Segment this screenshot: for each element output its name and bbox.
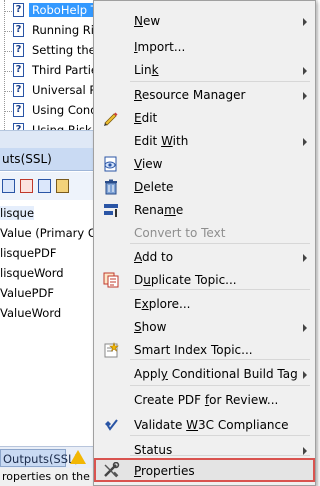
list-item-label: ValueWord — [0, 306, 62, 320]
submenu-arrow-icon — [303, 67, 307, 75]
submenu-arrow-icon — [303, 447, 307, 455]
wrench-screwdriver-icon — [102, 461, 120, 478]
pencil-icon — [102, 110, 120, 126]
tree-connector — [4, 31, 12, 32]
menu-item-apply-conditional-build-tag[interactable]: Apply Conditional Build Tag — [95, 363, 314, 385]
menu-item-label: Edit With — [134, 134, 189, 148]
menu-item-show[interactable]: Show — [95, 316, 314, 338]
help-topic-icon: ? — [13, 83, 24, 97]
menu-item-label: Smart Index Topic... — [134, 343, 253, 357]
menu-item-duplicate-topic[interactable]: Duplicate Topic... — [95, 269, 314, 291]
menu-item-convert-to-text: Convert to Text — [95, 222, 314, 244]
submenu-arrow-icon — [303, 138, 307, 146]
list-item[interactable]: lisquePDF — [0, 246, 56, 260]
tree-connector — [4, 71, 12, 72]
menu-item-label: Add to — [134, 250, 174, 264]
tree-connector — [4, 11, 12, 12]
status-bar: roperties on the s — [0, 468, 100, 486]
submenu-arrow-icon — [303, 371, 307, 379]
menu-item-label: Link — [134, 63, 159, 77]
outputs-pane-header: uts(SSL) — [0, 148, 100, 171]
menu-item-label: Apply Conditional Build Tag — [134, 367, 298, 381]
menu-item-rename[interactable]: Rename — [95, 199, 314, 221]
menu-item-label: Delete — [134, 180, 174, 194]
menu-item-label: Create PDF for Review... — [134, 393, 279, 407]
tab-label: Outputs(SSL) — [3, 452, 79, 466]
menu-item-label: Show — [134, 320, 167, 334]
list-item-label: lisqueWord — [0, 266, 64, 280]
duplicate-topic-icon — [102, 272, 120, 288]
list-item[interactable]: ValueWord — [0, 306, 61, 320]
context-menu: New Import... Link Resource Manager Edit Edit… — [93, 0, 316, 486]
submenu-arrow-icon — [303, 324, 307, 332]
menu-item-add-to[interactable]: Add to — [95, 246, 314, 268]
outputs-toolbar — [0, 172, 100, 200]
menu-item-label: Explore... — [134, 297, 191, 311]
menu-item-create-pdf-for-review[interactable]: Create PDF for Review... — [95, 389, 314, 411]
generate-output-icon[interactable] — [20, 179, 33, 193]
tab-outputs-ssl[interactable]: Outputs(SSL) — [0, 449, 79, 467]
menu-item-import[interactable]: Import... — [95, 36, 314, 58]
menu-item-delete[interactable]: Delete — [95, 176, 314, 198]
menu-item-label: New — [134, 14, 161, 28]
pane-splitter[interactable] — [0, 130, 100, 149]
menu-item-validate-w3c-compliance[interactable]: Validate W3C Compliance — [95, 414, 314, 436]
new-output-icon[interactable] — [2, 179, 15, 193]
list-item-label: lisque — [0, 206, 35, 220]
outputs-pane-title: uts(SSL) — [2, 152, 52, 166]
list-item[interactable]: ValuePDF — [0, 286, 54, 300]
help-topic-icon: ? — [13, 3, 24, 17]
menu-item-edit[interactable]: Edit — [95, 107, 314, 129]
list-item[interactable]: lisque — [0, 206, 35, 220]
menu-item-label: Rename — [134, 203, 184, 217]
help-topic-icon: ? — [13, 43, 24, 57]
menu-item-label: Validate W3C Compliance — [134, 418, 289, 432]
help-topic-icon: ? — [13, 23, 24, 37]
publish-output-icon[interactable] — [56, 179, 69, 193]
menu-item-label: Import... — [134, 40, 186, 54]
tree-connector — [4, 91, 12, 92]
menu-separator — [130, 81, 310, 82]
menu-item-label: Duplicate Topic... — [134, 273, 237, 287]
menu-item-properties[interactable]: Properties — [94, 458, 315, 482]
validate-check-icon — [102, 417, 120, 433]
menu-item-edit-with[interactable]: Edit With — [95, 130, 314, 152]
list-item[interactable]: lisqueWord — [0, 266, 64, 280]
menu-item-smart-index-topic[interactable]: Smart Index Topic... — [95, 339, 314, 361]
smart-index-icon — [102, 342, 120, 358]
help-topic-icon: ? — [13, 103, 24, 117]
menu-item-view[interactable]: View — [95, 153, 314, 175]
submenu-arrow-icon — [303, 254, 307, 262]
menu-item-new[interactable]: New — [95, 10, 314, 32]
submenu-arrow-icon — [303, 18, 307, 26]
menu-item-label: Resource Manager — [134, 88, 246, 102]
help-topic-icon: ? — [13, 63, 24, 77]
list-item-label: lisquePDF — [0, 246, 57, 260]
bottom-tab-strip: Outputs(SSL) — [0, 446, 100, 469]
menu-item-label: View — [134, 157, 163, 171]
rename-icon — [102, 202, 120, 218]
menu-separator — [130, 385, 310, 386]
trash-icon — [102, 179, 120, 195]
menu-item-link[interactable]: Link — [95, 59, 314, 81]
menu-item-explore[interactable]: Explore... — [95, 293, 314, 315]
status-text: roperties on the s — [2, 470, 100, 483]
menu-item-label: Status — [134, 443, 173, 457]
view-output-icon[interactable] — [38, 179, 51, 193]
submenu-arrow-icon — [303, 92, 307, 100]
menu-item-resource-manager[interactable]: Resource Manager — [95, 84, 314, 106]
tree-connector — [4, 111, 12, 112]
menu-item-label: Edit — [134, 111, 158, 125]
warning-icon[interactable] — [70, 450, 86, 464]
menu-item-label: Properties — [134, 464, 195, 478]
tree-connector — [4, 51, 12, 52]
eye-document-icon — [102, 156, 120, 172]
menu-item-label: Convert to Text — [134, 226, 226, 240]
list-item-label: ValuePDF — [0, 286, 54, 300]
outputs-list: lisque Value (Primary Output lisquePDF l… — [0, 200, 128, 445]
